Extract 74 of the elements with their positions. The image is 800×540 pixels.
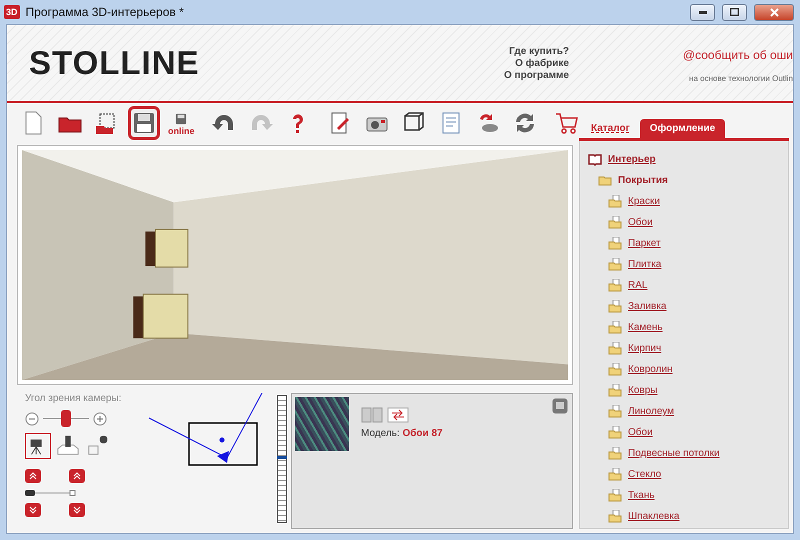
tree-item[interactable]: Заливка: [628, 301, 666, 312]
lower-button[interactable]: [25, 503, 41, 517]
raise-button[interactable]: [25, 469, 41, 483]
save-button[interactable]: [128, 106, 160, 140]
raise-button[interactable]: [69, 469, 85, 483]
tree-item[interactable]: Ковролин: [628, 364, 673, 375]
tree-item[interactable]: Паркет: [628, 238, 661, 249]
lower-button[interactable]: [69, 503, 85, 517]
header-link[interactable]: О фабрике: [515, 58, 569, 68]
tree-item[interactable]: Подвесные потолки: [628, 448, 720, 459]
folder-document-icon: [608, 216, 622, 229]
zoom-in-icon[interactable]: [93, 412, 107, 426]
double-up-chevron-icon: [29, 472, 37, 480]
tree-item[interactable]: Плитка: [628, 259, 662, 270]
folder-icon: [598, 174, 612, 187]
panel-tab[interactable]: Оформление: [640, 119, 726, 138]
tree-item[interactable]: Шпаклевка: [628, 511, 680, 522]
tree-item[interactable]: RAL: [628, 280, 648, 291]
tree-item[interactable]: Линолеум: [628, 406, 674, 417]
tree-item[interactable]: Интерьер: [608, 154, 656, 165]
camera-angle-label: Угол зрения камеры:: [25, 393, 122, 404]
tree-item[interactable]: Обои: [628, 217, 653, 228]
tree-item[interactable]: Кирпич: [628, 343, 662, 354]
double-down-chevron-icon: [29, 506, 37, 514]
logo: STOLLINE: [29, 44, 200, 82]
minimize-button[interactable]: [690, 4, 715, 20]
panel-tab[interactable]: Каталог: [589, 119, 632, 138]
folder-document-icon: [608, 384, 622, 397]
tree-item[interactable]: Стекло: [628, 469, 662, 480]
folder-document-icon: [608, 405, 622, 418]
app-icon: 3D: [4, 5, 20, 19]
folder-document-icon: [608, 321, 622, 334]
slider-thumb[interactable]: [277, 456, 287, 459]
swap-arrows-icon[interactable]: [387, 407, 409, 423]
wallpaper-swatch: [295, 397, 349, 451]
zoom-out-icon[interactable]: [25, 412, 39, 426]
header-link[interactable]: О программе: [504, 70, 569, 80]
tree-item[interactable]: Покрытия: [618, 175, 668, 186]
folder-document-icon: [608, 489, 622, 502]
view-mode-button[interactable]: [25, 433, 51, 459]
tree-item[interactable]: Ткань: [628, 490, 655, 501]
report-error-link[interactable]: @сообщить об оши: [682, 48, 793, 62]
folder-document-icon: [608, 468, 622, 481]
tree-item[interactable]: Ковры: [628, 385, 658, 396]
folder-document-icon: [608, 447, 622, 460]
slider-thumb[interactable]: [61, 410, 71, 427]
folder-document-icon: [608, 363, 622, 376]
folder-document-icon: [608, 342, 622, 355]
save-online-button[interactable]: online: [165, 106, 198, 140]
close-icon: [770, 8, 778, 16]
tree-item[interactable]: Обои: [628, 427, 653, 438]
folder-document-icon: [608, 300, 622, 313]
minimize-icon: [698, 10, 706, 14]
technology-note: на основе технологии Outlin: [689, 74, 793, 82]
folder-document-icon: [608, 510, 622, 523]
maximize-button[interactable]: [722, 4, 747, 20]
folder-document-icon: [608, 279, 622, 292]
folder-document-icon: [608, 195, 622, 208]
double-up-chevron-icon: [73, 472, 81, 480]
maximize-icon: [730, 8, 739, 16]
book-icon: [588, 153, 602, 166]
zoom-slider[interactable]: [277, 395, 287, 523]
close-button[interactable]: [754, 4, 794, 20]
model-name: Модель: Обои 87: [361, 428, 443, 439]
folder-document-icon: [608, 237, 622, 250]
maximize-panel-icon[interactable]: [552, 398, 568, 414]
camera-height-icon: [25, 489, 77, 497]
folder-document-icon: [608, 258, 622, 271]
tree-item[interactable]: Краски: [628, 196, 660, 207]
tree-item[interactable]: Камень: [628, 322, 663, 333]
header-link[interactable]: Где купить?: [509, 46, 569, 56]
double-down-chevron-icon: [73, 506, 81, 514]
window-title: Программа 3D-интерьеров *: [26, 5, 185, 19]
folder-document-icon: [608, 426, 622, 439]
